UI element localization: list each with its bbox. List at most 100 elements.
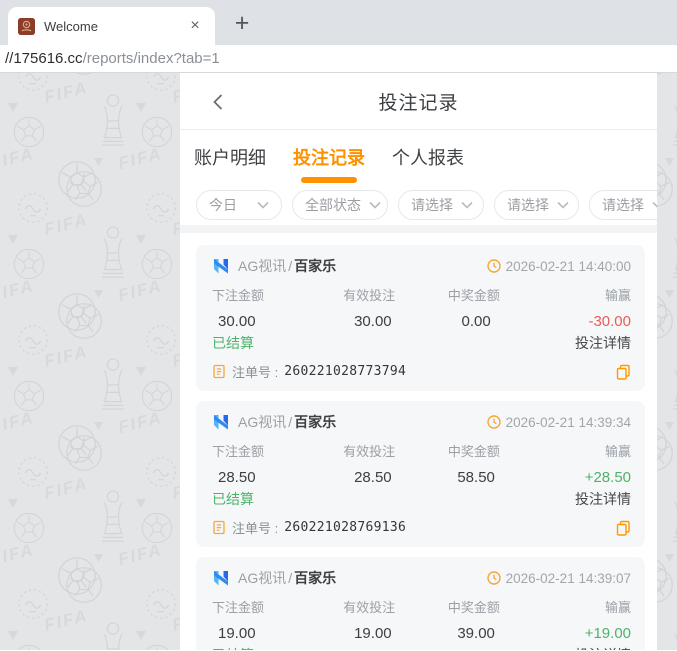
col-label: 有效投注 (343, 600, 396, 615)
order-number: 260221028769136 (284, 520, 407, 535)
fifa-trophy-icon (100, 225, 126, 284)
fifa-text-watermark: FIFA (657, 209, 662, 240)
col-label: 下注金额 (212, 600, 265, 615)
valid-bet: 28.50 (354, 469, 392, 486)
copy-order-button[interactable] (616, 364, 631, 380)
profit-value: -30.00 (588, 313, 631, 330)
bet-detail-link[interactable]: 投注详情 (575, 645, 631, 650)
win-amount: 58.50 (457, 469, 495, 486)
clock-icon (486, 415, 501, 429)
status-badge: 已结算 (212, 491, 254, 507)
soccer-ball-icon (12, 643, 46, 650)
col-label: 输赢 (604, 288, 631, 303)
url-domain: //175616.cc (5, 50, 83, 67)
soccer-ball-icon (657, 565, 675, 610)
fifa-text-watermark: FIFA (0, 275, 37, 306)
fifa-trophy-icon (671, 621, 677, 650)
soccer-ball-icon (657, 433, 675, 478)
bet-detail-link[interactable]: 投注详情 (575, 489, 631, 509)
filter-select-dropdown-3[interactable]: 请选择 (589, 189, 657, 220)
order-receipt-icon (213, 364, 225, 379)
fifa-text-watermark: FIFA (42, 473, 91, 504)
filter-select-dropdown-1[interactable]: 请选择 (398, 189, 484, 220)
order-label: 注单号 : (232, 365, 279, 380)
new-tab-button[interactable]: + (227, 9, 257, 39)
chevron-down-icon (652, 201, 657, 208)
tab-title: Welcome (44, 18, 98, 34)
fifa-text-watermark: FIFA (657, 77, 662, 108)
win-amount: 39.00 (457, 625, 495, 642)
fifa-trophy-icon (100, 357, 126, 416)
fifa-text-watermark: FIFA (170, 77, 180, 108)
page-body: FIFA FIFA FIFA FIFA FIFA FIFA FIFA FIFA FIFA FIFA… (0, 73, 677, 650)
fifa-text-watermark: FIFA (42, 605, 91, 636)
clock-icon (486, 259, 501, 273)
provider-game-separator: / (288, 570, 293, 586)
background-watermark-left: FIFA FIFA FIFA FIFA FIFA FIFA FIFA FIFA FIFA FIFA… (0, 73, 180, 650)
fifa-trophy-icon (671, 489, 677, 548)
soccer-ball-icon (64, 169, 104, 214)
fifa-trophy-icon (100, 93, 126, 152)
background-watermark-right: FIFAFIFAFIFAFIFAFIFAFIFAFIFAFIFAFIFAFIFA (657, 73, 677, 650)
bet-record-card: AG视讯 / 百家乐 2026-02-21 14:39:07 下注金额 有效投注… (196, 557, 645, 650)
soccer-ball-icon (64, 433, 104, 478)
col-label: 中奖金额 (447, 600, 500, 615)
valid-bet: 19.00 (354, 625, 392, 642)
col-label: 有效投注 (343, 288, 396, 303)
fifa-trophy-icon (100, 489, 126, 548)
panel-header: 投注记录 (180, 73, 657, 130)
ag-provider-logo-icon (214, 259, 228, 274)
fifa-text-watermark: FIFA (0, 539, 37, 570)
order-label: 注单号 : (232, 521, 279, 536)
fifa-text-watermark: FIFA (0, 407, 37, 438)
reports-panel: 投注记录 账户明细 投注记录 个人报表 今日 全部状态 请选择 请选择 请选择 … (180, 73, 657, 650)
bet-record-list: AG视讯 / 百家乐 2026-02-21 14:40:00 下注金额 有效投注… (180, 233, 657, 650)
page-title: 投注记录 (378, 92, 459, 114)
address-bar[interactable]: //175616.cc/reports/index?tab=1 (0, 45, 677, 73)
tab-close-icon[interactable]: × (185, 16, 205, 36)
fifa-trophy-icon (671, 357, 677, 416)
game-name: 百家乐 (294, 258, 337, 274)
fifa-text-watermark: FIFA (116, 275, 165, 306)
filter-date-dropdown[interactable]: 今日 (196, 189, 282, 220)
tab-account-detail[interactable]: 账户明细 (194, 140, 266, 174)
fifa-text-watermark: FIFA (170, 473, 180, 504)
bet-time: 2026-02-21 14:39:34 (505, 414, 631, 430)
col-label: 有效投注 (343, 444, 396, 459)
col-label: 下注金额 (212, 288, 265, 303)
filter-select-dropdown-2[interactable]: 请选择 (494, 189, 579, 220)
fifa-text-watermark: FIFA (170, 209, 180, 240)
soccer-ball-icon (657, 169, 675, 214)
order-number: 260221028773794 (284, 364, 407, 379)
back-button[interactable] (208, 91, 230, 113)
bet-record-card: AG视讯 / 百家乐 2026-02-21 14:39:34 下注金额 有效投注… (196, 401, 645, 547)
browser-tab-bar: Welcome × + (0, 0, 677, 45)
tab-personal-report[interactable]: 个人报表 (392, 140, 464, 174)
provider-game-separator: / (288, 258, 293, 274)
clock-icon (486, 571, 501, 585)
provider-game-separator: / (288, 414, 293, 430)
filter-status-dropdown[interactable]: 全部状态 (292, 189, 388, 220)
fifa-text-watermark: FIFA (42, 341, 91, 372)
provider-name: AG视讯 (238, 570, 287, 586)
filter-value: 请选择 (411, 196, 453, 213)
browser-tab[interactable]: Welcome × (8, 7, 215, 45)
copy-icon (616, 364, 630, 380)
game-name: 百家乐 (294, 570, 337, 586)
status-badge: 已结算 (212, 645, 254, 650)
bet-detail-link[interactable]: 投注详情 (575, 333, 631, 353)
bet-record-card: AG视讯 / 百家乐 2026-02-21 14:40:00 下注金额 有效投注… (196, 245, 645, 391)
tab-bet-records[interactable]: 投注记录 (293, 140, 365, 174)
bet-time: 2026-02-21 14:39:07 (505, 570, 631, 586)
filter-value: 全部状态 (305, 196, 361, 213)
bet-time: 2026-02-21 14:40:00 (505, 258, 631, 274)
chevron-down-icon (557, 201, 569, 209)
chevron-down-icon (257, 201, 269, 209)
col-label: 中奖金额 (447, 444, 500, 459)
profit-value: +19.00 (584, 625, 631, 642)
col-label: 输赢 (604, 600, 631, 615)
ag-provider-logo-icon (214, 415, 228, 430)
fifa-text-watermark: FIFA (116, 539, 165, 570)
copy-order-button[interactable] (616, 520, 631, 536)
soccer-ball-icon (657, 73, 675, 82)
